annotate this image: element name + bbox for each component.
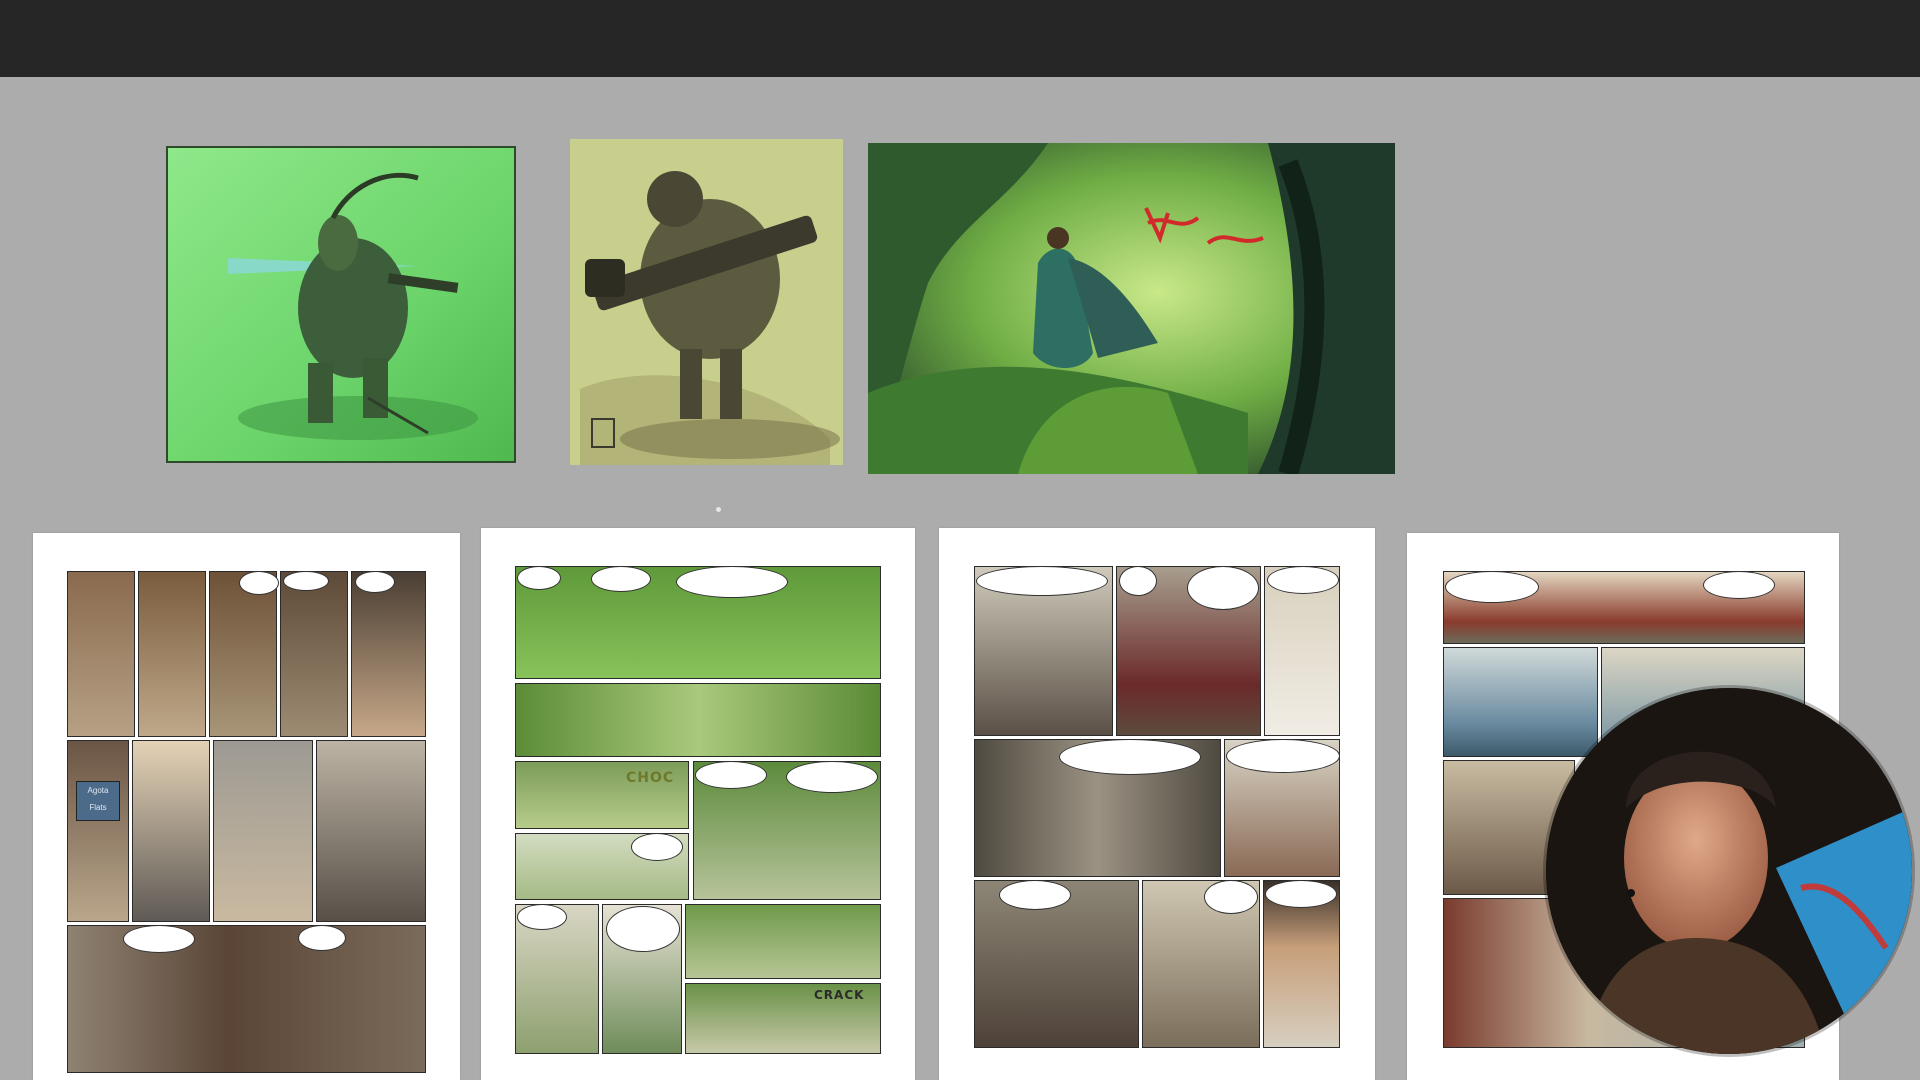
panel xyxy=(316,740,426,922)
speech-bubble xyxy=(999,880,1071,910)
panel xyxy=(67,925,426,1073)
panel: CRACK xyxy=(685,983,881,1054)
speech-bubble xyxy=(631,833,683,861)
artwork-armored-goblin[interactable] xyxy=(166,146,516,463)
panel xyxy=(138,571,206,737)
panel xyxy=(67,571,135,737)
shop-sign-line1: Agota xyxy=(87,786,109,795)
panel: CHOC xyxy=(515,761,689,829)
top-toolbar xyxy=(0,0,1920,77)
speech-bubble xyxy=(517,566,561,590)
speech-bubble xyxy=(123,925,195,953)
speech-bubble xyxy=(517,904,567,930)
speech-bubble xyxy=(298,925,346,951)
speech-bubble xyxy=(239,571,279,595)
gunner-illustration xyxy=(570,139,843,465)
panel xyxy=(209,571,277,737)
goblin-illustration xyxy=(168,148,514,461)
panel: Agota Flats xyxy=(67,740,129,922)
forest-illustration xyxy=(868,143,1395,474)
panel xyxy=(213,740,313,922)
speech-bubble xyxy=(606,906,680,952)
speech-bubble xyxy=(283,571,329,591)
speech-bubble xyxy=(695,761,767,789)
speech-bubble xyxy=(1059,739,1201,775)
cursor-dot xyxy=(716,507,721,512)
presenter-webcam xyxy=(1546,688,1912,1054)
artwork-backpack-gunner[interactable] xyxy=(570,139,843,465)
presenter-video-frame xyxy=(1546,688,1912,1054)
speech-bubble xyxy=(1204,880,1258,914)
artwork-forest-figure[interactable] xyxy=(868,143,1395,474)
comic-page-3[interactable] xyxy=(939,528,1375,1080)
sfx-crack: CRACK xyxy=(814,988,865,1002)
speech-bubble xyxy=(591,566,651,592)
speech-bubble xyxy=(976,566,1108,596)
speech-bubble xyxy=(1226,739,1340,773)
comic-page-1[interactable]: Agota Flats xyxy=(33,533,460,1080)
speech-bubble xyxy=(1265,880,1337,908)
panel xyxy=(685,904,881,979)
panel xyxy=(351,571,426,737)
speech-bubble xyxy=(1187,566,1259,610)
speech-bubble xyxy=(355,571,395,593)
speech-bubble xyxy=(1267,566,1339,594)
panel xyxy=(1443,647,1598,757)
sfx-choc: CHOC xyxy=(626,770,675,786)
speech-bubble xyxy=(1703,571,1775,599)
speech-bubble xyxy=(1445,571,1539,603)
comic-page-2[interactable]: CHOC CRACK xyxy=(481,528,915,1080)
speech-bubble xyxy=(786,761,878,793)
panel xyxy=(280,571,348,737)
speech-bubble xyxy=(676,566,788,598)
panel xyxy=(515,683,881,757)
shop-sign: Agota Flats xyxy=(76,781,120,821)
shop-sign-line2: Flats xyxy=(89,803,107,812)
speech-bubble xyxy=(1119,566,1157,596)
panel xyxy=(132,740,210,922)
